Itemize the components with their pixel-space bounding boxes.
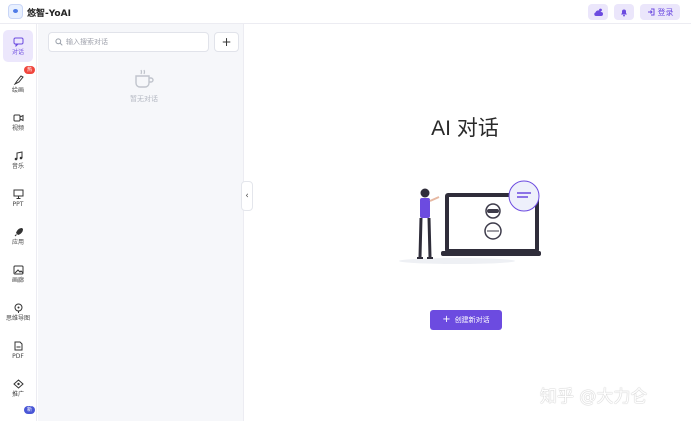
- search-input[interactable]: [66, 38, 196, 46]
- rail-item-ppt[interactable]: PPT: [3, 182, 33, 214]
- music-icon: [14, 150, 22, 160]
- cloud-moon-icon: [594, 8, 603, 16]
- rail-item-apps[interactable]: 应用: [3, 220, 33, 252]
- rail-label-video: 视频: [11, 124, 24, 132]
- collapse-panel-button[interactable]: ‹: [241, 181, 253, 211]
- rail-label-gallery: 画廊: [11, 276, 24, 284]
- rail-item-pdf[interactable]: PDF: [3, 334, 33, 366]
- create-conversation-label: 创建新对话: [454, 316, 490, 324]
- login-button[interactable]: 登录: [640, 4, 680, 20]
- login-icon: [647, 8, 654, 16]
- new-badge: 新: [23, 406, 35, 414]
- rail-label-pdf: PDF: [12, 352, 24, 360]
- brush-icon: [13, 74, 24, 85]
- coffee-cup-icon: [135, 69, 154, 88]
- theme-button[interactable]: [588, 4, 608, 20]
- app-logo-icon: [8, 4, 23, 19]
- rail-item-more[interactable]: 新: [3, 406, 35, 421]
- create-conversation-button[interactable]: + 创建新对话: [430, 310, 502, 330]
- chevron-left-icon: ‹: [245, 191, 249, 201]
- feature-rail: 对话 热 绘画 视频 音乐 PPT 应用 画廊 思维导图 PDF 推广 新: [0, 24, 37, 421]
- chat-icon: [13, 37, 23, 47]
- login-label: 登录: [657, 7, 674, 17]
- rail-label-drawing: 绘画: [11, 86, 24, 94]
- rocket-icon: [14, 227, 23, 236]
- rail-label-music: 音乐: [11, 162, 24, 170]
- rail-label-chat: 对话: [11, 48, 24, 56]
- top-bar: 悠智-YoAI 登录: [0, 0, 691, 24]
- presentation-icon: [13, 189, 23, 199]
- rail-label-ppt: PPT: [12, 200, 24, 208]
- rail-item-chat[interactable]: 对话: [3, 30, 33, 62]
- search-icon: [55, 38, 63, 46]
- video-icon: [13, 114, 23, 121]
- watermark: 知乎 @大力仑: [540, 387, 648, 407]
- empty-text: 暂无对话: [130, 95, 158, 103]
- rail-item-mindmap[interactable]: 思维导图: [3, 296, 33, 328]
- conversation-list-panel: + 暂无对话: [38, 24, 244, 421]
- ai-chat-illustration: [399, 180, 541, 264]
- plus-icon: +: [221, 35, 232, 49]
- image-icon: [13, 265, 23, 274]
- rail-label-promote: 推广: [11, 390, 24, 398]
- empty-state: 暂无对话: [114, 68, 174, 104]
- plus-icon: +: [442, 314, 451, 325]
- main-area: AI 对话 + 创建新对话: [254, 24, 691, 421]
- rail-item-video[interactable]: 视频: [3, 106, 33, 138]
- rail-item-gallery[interactable]: 画廊: [3, 258, 33, 290]
- rail-item-music[interactable]: 音乐: [3, 144, 33, 176]
- rail-label-mindmap: 思维导图: [5, 314, 30, 322]
- rail-label-apps: 应用: [11, 238, 24, 246]
- notification-button[interactable]: [614, 4, 634, 20]
- share-icon: [12, 378, 24, 389]
- search-box: [48, 32, 209, 52]
- add-conversation-button[interactable]: +: [214, 32, 239, 52]
- page-title: AI 对话: [431, 117, 499, 140]
- mindmap-icon: [14, 303, 22, 313]
- bell-icon: [621, 9, 627, 16]
- pdf-icon: [14, 341, 22, 350]
- hot-badge: 热: [23, 66, 35, 74]
- rail-item-promote[interactable]: 推广: [3, 372, 33, 404]
- app-title: 悠智-YoAI: [27, 9, 71, 19]
- rail-item-drawing[interactable]: 热 绘画: [3, 66, 35, 100]
